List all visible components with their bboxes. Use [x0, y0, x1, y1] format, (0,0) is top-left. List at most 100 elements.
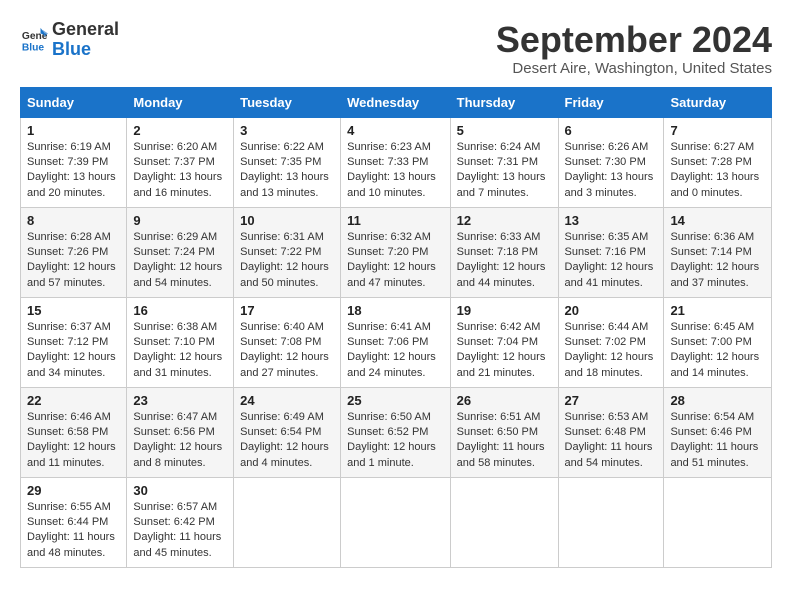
- calendar-cell: 5Sunrise: 6:24 AM Sunset: 7:31 PM Daylig…: [450, 117, 558, 207]
- month-title: September 2024: [496, 20, 772, 60]
- day-info: Sunrise: 6:57 AM Sunset: 6:42 PM Dayligh…: [133, 500, 227, 562]
- day-info: Sunrise: 6:27 AM Sunset: 7:28 PM Dayligh…: [670, 140, 765, 202]
- day-number: 15: [27, 303, 120, 318]
- day-info: Sunrise: 6:36 AM Sunset: 7:14 PM Dayligh…: [670, 230, 765, 292]
- calendar-cell: 15 Sunrise: 6:37 AM Sunset: 7:12 PM Dayli…: [21, 297, 127, 387]
- day-info: Sunrise: 6:31 AM Sunset: 7:22 PM Dayligh…: [240, 230, 334, 292]
- calendar-cell: 9 Sunrise: 6:29 AM Sunset: 7:24 PM Daylig…: [127, 207, 234, 297]
- svg-text:Blue: Blue: [22, 42, 45, 53]
- calendar-cell: 7 Sunrise: 6:27 AM Sunset: 7:28 PM Daylig…: [664, 117, 772, 207]
- day-number: 5: [457, 123, 552, 138]
- calendar-cell: [558, 477, 664, 567]
- calendar-body: 1Sunrise: 6:19 AM Sunset: 7:39 PM Daylig…: [21, 117, 772, 567]
- day-info: Sunrise: 6:44 AM Sunset: 7:02 PM Dayligh…: [565, 320, 658, 382]
- calendar-cell: 30 Sunrise: 6:57 AM Sunset: 6:42 PM Dayli…: [127, 477, 234, 567]
- day-info: Sunrise: 6:35 AM Sunset: 7:16 PM Dayligh…: [565, 230, 658, 292]
- day-number: 19: [457, 303, 552, 318]
- calendar-header-row: SundayMondayTuesdayWednesdayThursdayFrid…: [21, 87, 772, 117]
- day-info: Sunrise: 6:46 AM Sunset: 6:58 PM Dayligh…: [27, 410, 120, 472]
- day-info: Sunrise: 6:33 AM Sunset: 7:18 PM Dayligh…: [457, 230, 552, 292]
- calendar-cell: 16Sunrise: 6:38 AM Sunset: 7:10 PM Dayli…: [127, 297, 234, 387]
- day-info: Sunrise: 6:38 AM Sunset: 7:10 PM Dayligh…: [133, 320, 227, 382]
- calendar-week-row: 1Sunrise: 6:19 AM Sunset: 7:39 PM Daylig…: [21, 117, 772, 207]
- calendar-cell: 2 Sunrise: 6:20 AM Sunset: 7:37 PM Daylig…: [127, 117, 234, 207]
- day-info: Sunrise: 6:40 AM Sunset: 7:08 PM Dayligh…: [240, 320, 334, 382]
- calendar-cell: 22 Sunrise: 6:46 AM Sunset: 6:58 PM Dayli…: [21, 387, 127, 477]
- day-info: Sunrise: 6:28 AM Sunset: 7:26 PM Dayligh…: [27, 230, 120, 292]
- calendar-week-row: 22 Sunrise: 6:46 AM Sunset: 6:58 PM Dayli…: [21, 387, 772, 477]
- calendar-cell: [664, 477, 772, 567]
- location: Desert Aire, Washington, United States: [496, 60, 772, 77]
- day-number: 26: [457, 393, 552, 408]
- calendar-cell: 18 Sunrise: 6:41 AM Sunset: 7:06 PM Dayli…: [341, 297, 451, 387]
- day-number: 18: [347, 303, 444, 318]
- day-number: 10: [240, 213, 334, 228]
- calendar-cell: 17 Sunrise: 6:40 AM Sunset: 7:08 PM Dayli…: [234, 297, 341, 387]
- day-info: Sunrise: 6:45 AM Sunset: 7:00 PM Dayligh…: [670, 320, 765, 382]
- weekday-header: Monday: [127, 87, 234, 117]
- calendar-cell: [234, 477, 341, 567]
- logo-icon: General Blue: [20, 26, 48, 54]
- calendar-cell: 29Sunrise: 6:55 AM Sunset: 6:44 PM Dayli…: [21, 477, 127, 567]
- day-number: 17: [240, 303, 334, 318]
- logo-text: General Blue: [52, 20, 119, 60]
- weekday-header: Sunday: [21, 87, 127, 117]
- day-info: Sunrise: 6:37 AM Sunset: 7:12 PM Dayligh…: [27, 320, 120, 382]
- day-info: Sunrise: 6:20 AM Sunset: 7:37 PM Dayligh…: [133, 140, 227, 202]
- day-number: 2: [133, 123, 227, 138]
- title-block: September 2024 Desert Aire, Washington, …: [496, 20, 772, 77]
- day-number: 4: [347, 123, 444, 138]
- calendar-cell: 12 Sunrise: 6:33 AM Sunset: 7:18 PM Dayli…: [450, 207, 558, 297]
- day-info: Sunrise: 6:42 AM Sunset: 7:04 PM Dayligh…: [457, 320, 552, 382]
- calendar-cell: 19 Sunrise: 6:42 AM Sunset: 7:04 PM Dayli…: [450, 297, 558, 387]
- day-info: Sunrise: 6:23 AM Sunset: 7:33 PM Dayligh…: [347, 140, 444, 202]
- calendar-cell: 20 Sunrise: 6:44 AM Sunset: 7:02 PM Dayli…: [558, 297, 664, 387]
- calendar-week-row: 29Sunrise: 6:55 AM Sunset: 6:44 PM Dayli…: [21, 477, 772, 567]
- calendar-week-row: 15 Sunrise: 6:37 AM Sunset: 7:12 PM Dayli…: [21, 297, 772, 387]
- calendar-cell: 6Sunrise: 6:26 AM Sunset: 7:30 PM Daylig…: [558, 117, 664, 207]
- day-number: 20: [565, 303, 658, 318]
- calendar-cell: 3Sunrise: 6:22 AM Sunset: 7:35 PM Daylig…: [234, 117, 341, 207]
- day-number: 22: [27, 393, 120, 408]
- logo: General Blue General Blue: [20, 20, 119, 60]
- calendar-cell: 4 Sunrise: 6:23 AM Sunset: 7:33 PM Daylig…: [341, 117, 451, 207]
- weekday-header: Friday: [558, 87, 664, 117]
- calendar-cell: 21Sunrise: 6:45 AM Sunset: 7:00 PM Dayli…: [664, 297, 772, 387]
- day-number: 12: [457, 213, 552, 228]
- weekday-header: Saturday: [664, 87, 772, 117]
- calendar-cell: [450, 477, 558, 567]
- day-number: 23: [133, 393, 227, 408]
- day-number: 8: [27, 213, 120, 228]
- day-info: Sunrise: 6:22 AM Sunset: 7:35 PM Dayligh…: [240, 140, 334, 202]
- calendar-cell: 28Sunrise: 6:54 AM Sunset: 6:46 PM Dayli…: [664, 387, 772, 477]
- day-info: Sunrise: 6:47 AM Sunset: 6:56 PM Dayligh…: [133, 410, 227, 472]
- day-info: Sunrise: 6:53 AM Sunset: 6:48 PM Dayligh…: [565, 410, 658, 472]
- calendar-week-row: 8 Sunrise: 6:28 AM Sunset: 7:26 PM Daylig…: [21, 207, 772, 297]
- day-number: 9: [133, 213, 227, 228]
- day-number: 13: [565, 213, 658, 228]
- page-header: General Blue General Blue September 2024…: [20, 20, 772, 77]
- calendar-cell: 1Sunrise: 6:19 AM Sunset: 7:39 PM Daylig…: [21, 117, 127, 207]
- calendar-cell: 26 Sunrise: 6:51 AM Sunset: 6:50 PM Dayli…: [450, 387, 558, 477]
- day-info: Sunrise: 6:41 AM Sunset: 7:06 PM Dayligh…: [347, 320, 444, 382]
- day-info: Sunrise: 6:32 AM Sunset: 7:20 PM Dayligh…: [347, 230, 444, 292]
- day-number: 24: [240, 393, 334, 408]
- day-info: Sunrise: 6:29 AM Sunset: 7:24 PM Dayligh…: [133, 230, 227, 292]
- day-number: 6: [565, 123, 658, 138]
- weekday-header: Wednesday: [341, 87, 451, 117]
- day-info: Sunrise: 6:54 AM Sunset: 6:46 PM Dayligh…: [670, 410, 765, 472]
- calendar-cell: [341, 477, 451, 567]
- calendar-cell: 24 Sunrise: 6:49 AM Sunset: 6:54 PM Dayli…: [234, 387, 341, 477]
- calendar-cell: 11Sunrise: 6:32 AM Sunset: 7:20 PM Dayli…: [341, 207, 451, 297]
- weekday-header: Thursday: [450, 87, 558, 117]
- day-info: Sunrise: 6:49 AM Sunset: 6:54 PM Dayligh…: [240, 410, 334, 472]
- calendar-cell: 13 Sunrise: 6:35 AM Sunset: 7:16 PM Dayli…: [558, 207, 664, 297]
- day-info: Sunrise: 6:51 AM Sunset: 6:50 PM Dayligh…: [457, 410, 552, 472]
- day-number: 29: [27, 483, 120, 498]
- day-info: Sunrise: 6:50 AM Sunset: 6:52 PM Dayligh…: [347, 410, 444, 472]
- day-number: 7: [670, 123, 765, 138]
- day-number: 25: [347, 393, 444, 408]
- day-number: 30: [133, 483, 227, 498]
- day-number: 27: [565, 393, 658, 408]
- day-number: 14: [670, 213, 765, 228]
